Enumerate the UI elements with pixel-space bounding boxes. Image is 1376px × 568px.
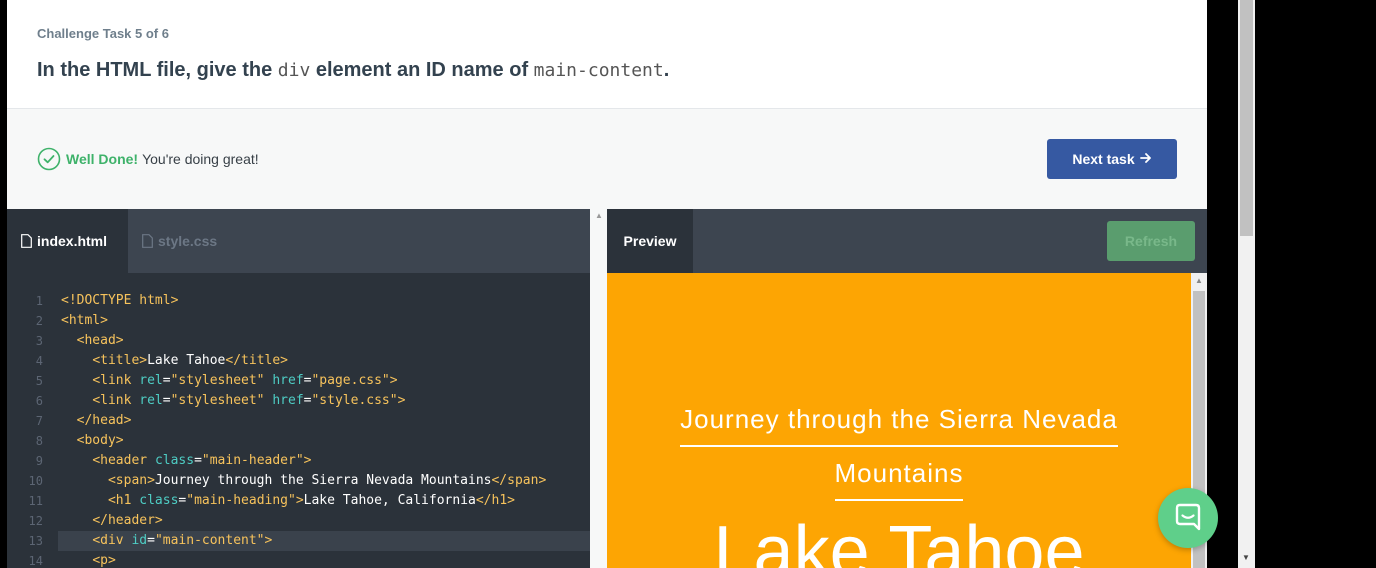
code-line: 1 <!DOCTYPE html> <box>7 291 590 311</box>
code-line: 3 <head> <box>7 331 590 351</box>
next-task-button[interactable]: Next task <box>1047 139 1177 179</box>
code-line: 2 <html> <box>7 311 590 331</box>
line-number: 14 <box>28 554 43 568</box>
task-text-part: element an ID name of <box>310 59 534 81</box>
code-line: 14 <p> <box>7 551 590 568</box>
task-code-id: main-content <box>533 60 664 81</box>
line-number: 8 <box>35 434 43 448</box>
line-number: 4 <box>35 354 43 368</box>
scroll-up-arrow-icon[interactable]: ▲ <box>1195 276 1203 285</box>
code-line: 7 </head> <box>7 411 590 431</box>
page-scroll-thumb[interactable] <box>1240 0 1253 236</box>
line-number: 5 <box>35 374 43 388</box>
tab-index-html[interactable]: index.html <box>7 209 128 273</box>
line-number: 10 <box>28 474 43 488</box>
code-area[interactable]: 1 <!DOCTYPE html> 2 <html> 3 <head> 4 <tit… <box>7 291 590 568</box>
preview-heading: Lake Tahoe <box>713 512 1085 568</box>
tab-style-css[interactable]: style.css <box>128 209 248 273</box>
code-editor[interactable]: index.html style.css 1 <!DOCTYPE html> 2 <… <box>7 209 590 568</box>
code-line: 12 </header> <box>7 511 590 531</box>
chat-icon <box>1175 503 1201 531</box>
task-text-part: . <box>663 59 670 81</box>
feedback-text: You're doing great! <box>142 151 259 167</box>
task-progress-label: Challenge Task 5 of 6 <box>37 26 169 41</box>
task-text-part: In the HTML file, give the <box>37 59 278 81</box>
feedback-title: Well Done! <box>66 151 139 167</box>
challenge-panel: Challenge Task 5 of 6 In the HTML file, … <box>7 0 1207 568</box>
code-line: 4 <title>Lake Tahoe</title> <box>7 351 590 371</box>
scroll-up-arrow-icon[interactable]: ▲ <box>595 211 603 220</box>
line-number: 9 <box>35 454 43 468</box>
preview-subtitle-line1: Journey through the Sierra Nevada <box>680 393 1118 447</box>
preview-content: Journey through the Sierra Nevada Mounta… <box>607 273 1191 568</box>
code-line-active: 13 <div id="main-content"> <box>7 531 590 551</box>
task-header: Challenge Task 5 of 6 In the HTML file, … <box>7 0 1207 109</box>
code-line: 6 <link rel="stylesheet" href="style.css… <box>7 391 590 411</box>
line-number: 2 <box>35 314 43 328</box>
file-icon <box>142 234 153 248</box>
tab-preview[interactable]: Preview <box>607 209 693 273</box>
refresh-button[interactable]: Refresh <box>1107 221 1195 261</box>
chat-launcher-button[interactable] <box>1158 488 1218 548</box>
next-task-label: Next task <box>1072 151 1135 167</box>
code-line: 5 <link rel="stylesheet" href="page.css"… <box>7 371 590 391</box>
scroll-down-arrow-icon[interactable]: ▼ <box>1242 553 1250 562</box>
check-circle-icon <box>37 147 61 171</box>
page-scrollbar[interactable]: ▼ <box>1238 0 1255 568</box>
preview-toolbar: Preview Refresh <box>607 209 1207 273</box>
line-number: 11 <box>28 494 43 508</box>
task-instruction: In the HTML file, give the div element a… <box>37 59 669 82</box>
feedback-message: Well Done! You're doing great! <box>37 147 259 171</box>
tab-label: style.css <box>158 233 218 249</box>
line-number: 1 <box>35 294 43 308</box>
line-number: 6 <box>35 394 43 408</box>
line-number: 13 <box>28 534 43 548</box>
preview-subtitle-line2: Mountains <box>834 447 964 501</box>
file-icon <box>21 234 32 248</box>
preview-pane: Preview Refresh Journey through the Sier… <box>607 209 1207 568</box>
code-line: 10 <span>Journey through the Sierra Neva… <box>7 471 590 491</box>
code-line: 8 <body> <box>7 431 590 451</box>
preview-subtitle: Journey through the Sierra Nevada Mounta… <box>607 393 1191 501</box>
arrow-right-icon <box>1139 151 1152 167</box>
task-code-div: div <box>277 60 311 81</box>
code-line: 11 <h1 class="main-heading">Lake Tahoe, … <box>7 491 590 511</box>
tab-label: index.html <box>37 233 108 249</box>
code-line: 9 <header class="main-header"> <box>7 451 590 471</box>
line-number: 12 <box>28 514 43 528</box>
line-number: 7 <box>35 414 43 428</box>
line-number: 3 <box>35 334 43 348</box>
editor-tabs: index.html style.css <box>7 209 590 273</box>
